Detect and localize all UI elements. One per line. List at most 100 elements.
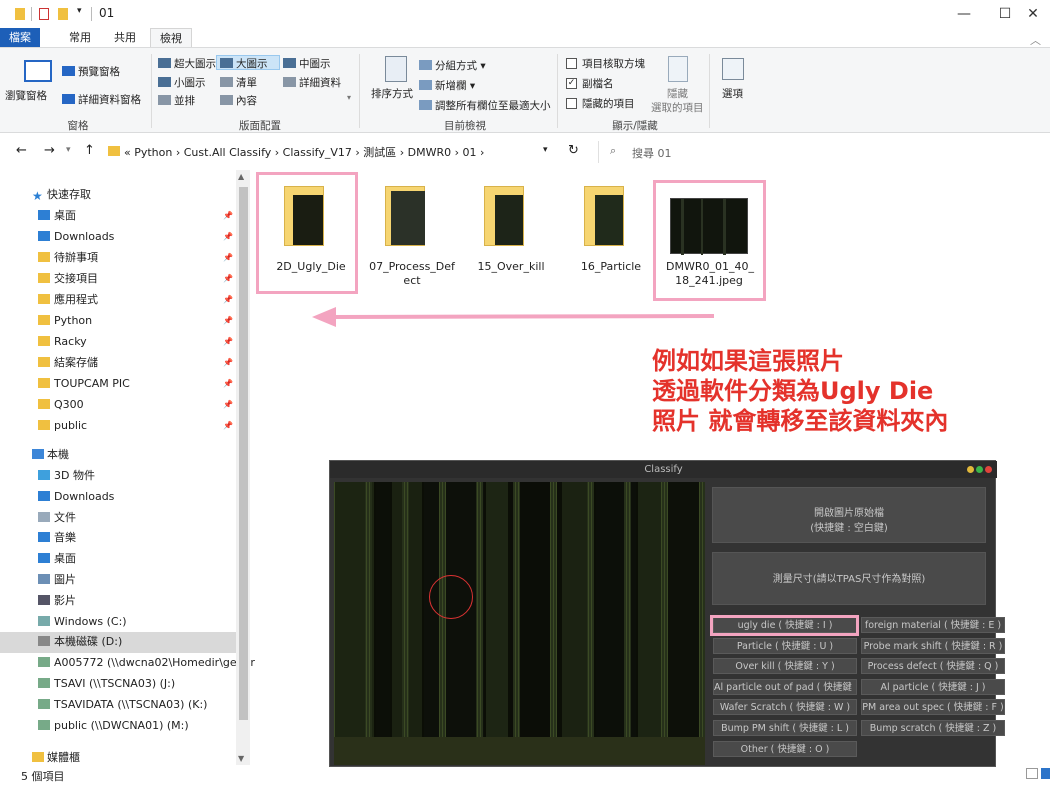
- classify-category-button[interactable]: Other ( 快捷鍵 : O ): [713, 740, 857, 757]
- pin-icon[interactable]: 📌: [223, 352, 233, 373]
- pin-icon[interactable]: 📌: [223, 373, 233, 394]
- minimize-button[interactable]: —: [941, 0, 987, 28]
- back-arrow-icon[interactable]: ←: [16, 143, 27, 158]
- tab-view[interactable]: 檢視: [150, 28, 192, 48]
- hidden-items-checkbox[interactable]: [566, 98, 577, 109]
- nav-libraries[interactable]: 媒體櫃: [0, 747, 236, 768]
- up-arrow-icon[interactable]: ↑: [84, 143, 95, 158]
- wafer-image[interactable]: [334, 482, 705, 765]
- classify-category-button[interactable]: Over kill ( 快捷鍵 : Y ): [713, 658, 857, 675]
- file-item[interactable]: 07_Process_Def ect: [369, 184, 455, 296]
- address-dropdown-icon[interactable]: ▾: [543, 145, 548, 155]
- nav-item[interactable]: 文件: [0, 507, 236, 528]
- breadcrumb[interactable]: « Python › Cust.All Classify › Classify_…: [124, 144, 484, 160]
- group-by-button[interactable]: 分組方式 ▾: [419, 58, 486, 73]
- nav-item[interactable]: TOUPCAM PIC 📌: [0, 373, 236, 394]
- layout-large[interactable]: 大圖示: [220, 56, 268, 71]
- classify-category-button[interactable]: Bump scratch ( 快捷鍵 : Z ): [861, 720, 1005, 736]
- nav-item[interactable]: A005772 (\\dwcna02\Homedir\gener: [0, 652, 255, 673]
- classify-category-button[interactable]: Al particle out of pad ( 快捷鍵 : P ): [713, 678, 857, 695]
- layout-details[interactable]: 詳細資料: [283, 75, 341, 90]
- nav-item[interactable]: 音樂: [0, 527, 236, 548]
- refresh-icon[interactable]: ↻: [568, 143, 579, 158]
- pin-icon[interactable]: 📌: [223, 226, 233, 247]
- forward-arrow-icon[interactable]: →: [44, 143, 55, 158]
- layout-small[interactable]: 小圖示: [158, 75, 206, 90]
- scroll-down-icon[interactable]: ▼: [238, 754, 244, 763]
- options-button[interactable]: 選項: [722, 86, 743, 101]
- pin-icon[interactable]: 📌: [223, 415, 233, 436]
- search-box[interactable]: ⌕ 搜尋 01: [598, 141, 1038, 163]
- nav-item[interactable]: 待辦事項 📌: [0, 247, 236, 268]
- sort-by-button[interactable]: 排序方式: [371, 86, 413, 101]
- classify-category-button[interactable]: Bump PM shift ( 快捷鍵 : L ): [713, 720, 857, 736]
- file-item[interactable]: 16_Particle: [568, 184, 654, 296]
- nav-item[interactable]: 本機磁碟 (D:): [0, 631, 236, 652]
- measure-size-button[interactable]: 測量尺寸(請以TPAS尺寸作為對照): [712, 552, 986, 605]
- address-bar[interactable]: « Python › Cust.All Classify › Classify_…: [108, 141, 555, 163]
- nav-item[interactable]: 應用程式 📌: [0, 289, 236, 310]
- add-columns-button[interactable]: 新增欄 ▾: [419, 78, 475, 93]
- item-checkboxes-checkbox[interactable]: [566, 58, 577, 69]
- collapse-ribbon-icon[interactable]: ︿: [1030, 32, 1041, 48]
- hide-selected-button[interactable]: 隱藏: [667, 86, 688, 101]
- nav-item[interactable]: Windows (C:): [0, 611, 236, 632]
- pin-icon[interactable]: 📌: [223, 268, 233, 289]
- pin-icon[interactable]: 📌: [223, 310, 233, 331]
- nav-item[interactable]: 3D 物件: [0, 465, 236, 486]
- nav-item[interactable]: TSAVIDATA (\\TSCNA03) (K:): [0, 694, 236, 715]
- nav-item[interactable]: Downloads 📌: [0, 226, 236, 247]
- nav-scrollbar-thumb[interactable]: [239, 187, 248, 720]
- large-icons-view-icon[interactable]: [1041, 768, 1050, 779]
- close-button[interactable]: ✕: [1010, 0, 1050, 28]
- pin-icon[interactable]: 📌: [223, 205, 233, 226]
- nav-item[interactable]: Downloads: [0, 486, 236, 507]
- recent-locations-icon[interactable]: ▾: [66, 145, 71, 155]
- pin-icon[interactable]: 📌: [223, 394, 233, 415]
- tab-share[interactable]: 共用: [105, 28, 145, 48]
- open-original-button[interactable]: 開啟圖片原始檔 (快捷鍵 : 空白鍵): [712, 487, 986, 543]
- nav-item[interactable]: TSAVI (\\TSCNA03) (J:): [0, 673, 236, 694]
- layout-list[interactable]: 清單: [220, 75, 257, 90]
- size-all-columns-button[interactable]: 調整所有欄位至最適大小: [419, 98, 551, 113]
- nav-item[interactable]: Racky 📌: [0, 331, 236, 352]
- scroll-up-icon[interactable]: ▲: [238, 172, 244, 181]
- nav-item[interactable]: public (\\DWCNA01) (M:): [0, 715, 236, 736]
- nav-item[interactable]: 圖片: [0, 569, 236, 590]
- layout-more-icon[interactable]: ▾: [347, 93, 351, 102]
- nav-item[interactable]: 交接項目 📌: [0, 268, 236, 289]
- new-folder-icon[interactable]: [58, 8, 68, 20]
- nav-item[interactable]: 桌面: [0, 548, 236, 569]
- classify-category-button[interactable]: Process defect ( 快捷鍵 : Q ): [861, 658, 1005, 675]
- maximize-dot-icon[interactable]: [976, 466, 983, 473]
- close-dot-icon[interactable]: [985, 466, 992, 473]
- nav-item[interactable]: 桌面 📌: [0, 205, 236, 226]
- customize-quick-access-icon[interactable]: ▾: [77, 6, 82, 16]
- classify-category-button[interactable]: foreign material ( 快捷鍵 : E ): [861, 617, 1005, 633]
- navigation-pane-button[interactable]: 瀏覽窗格: [5, 88, 47, 103]
- nav-this-pc[interactable]: 本機: [0, 444, 236, 465]
- file-item[interactable]: DMWR0_01_40_ 18_241.jpeg: [666, 192, 754, 304]
- tab-file[interactable]: 檔案: [0, 28, 40, 48]
- classify-category-button[interactable]: Probe mark shift ( 快捷鍵 : R ): [861, 637, 1005, 654]
- properties-icon[interactable]: [39, 8, 49, 20]
- minimize-dot-icon[interactable]: [967, 466, 974, 473]
- layout-medium[interactable]: 中圖示: [283, 56, 331, 71]
- pin-icon[interactable]: 📌: [223, 331, 233, 352]
- details-pane-button[interactable]: 詳細資料窗格: [62, 92, 141, 107]
- nav-item[interactable]: 結案存儲 📌: [0, 352, 236, 373]
- file-item[interactable]: 15_Over_kill: [468, 184, 554, 296]
- details-view-icon[interactable]: [1026, 768, 1038, 779]
- file-item[interactable]: 2D_Ugly_Die: [268, 184, 354, 296]
- classify-category-button[interactable]: Al particle ( 快捷鍵 : J ): [861, 678, 1005, 695]
- layout-tiles[interactable]: 並排: [158, 93, 195, 108]
- nav-item[interactable]: Q300 📌: [0, 394, 236, 415]
- file-extensions-checkbox[interactable]: ✓: [566, 78, 577, 89]
- nav-item[interactable]: 影片: [0, 590, 236, 611]
- nav-quick-access[interactable]: ★ 快速存取: [0, 184, 236, 205]
- classify-category-button[interactable]: Wafer Scratch ( 快捷鍵 : W ): [713, 699, 857, 716]
- layout-extra-large[interactable]: 超大圖示: [158, 56, 216, 71]
- search-input[interactable]: 搜尋 01: [632, 145, 672, 161]
- classify-category-button[interactable]: PM area out spec ( 快捷鍵 : F ): [861, 699, 1005, 716]
- nav-item[interactable]: public 📌: [0, 415, 236, 436]
